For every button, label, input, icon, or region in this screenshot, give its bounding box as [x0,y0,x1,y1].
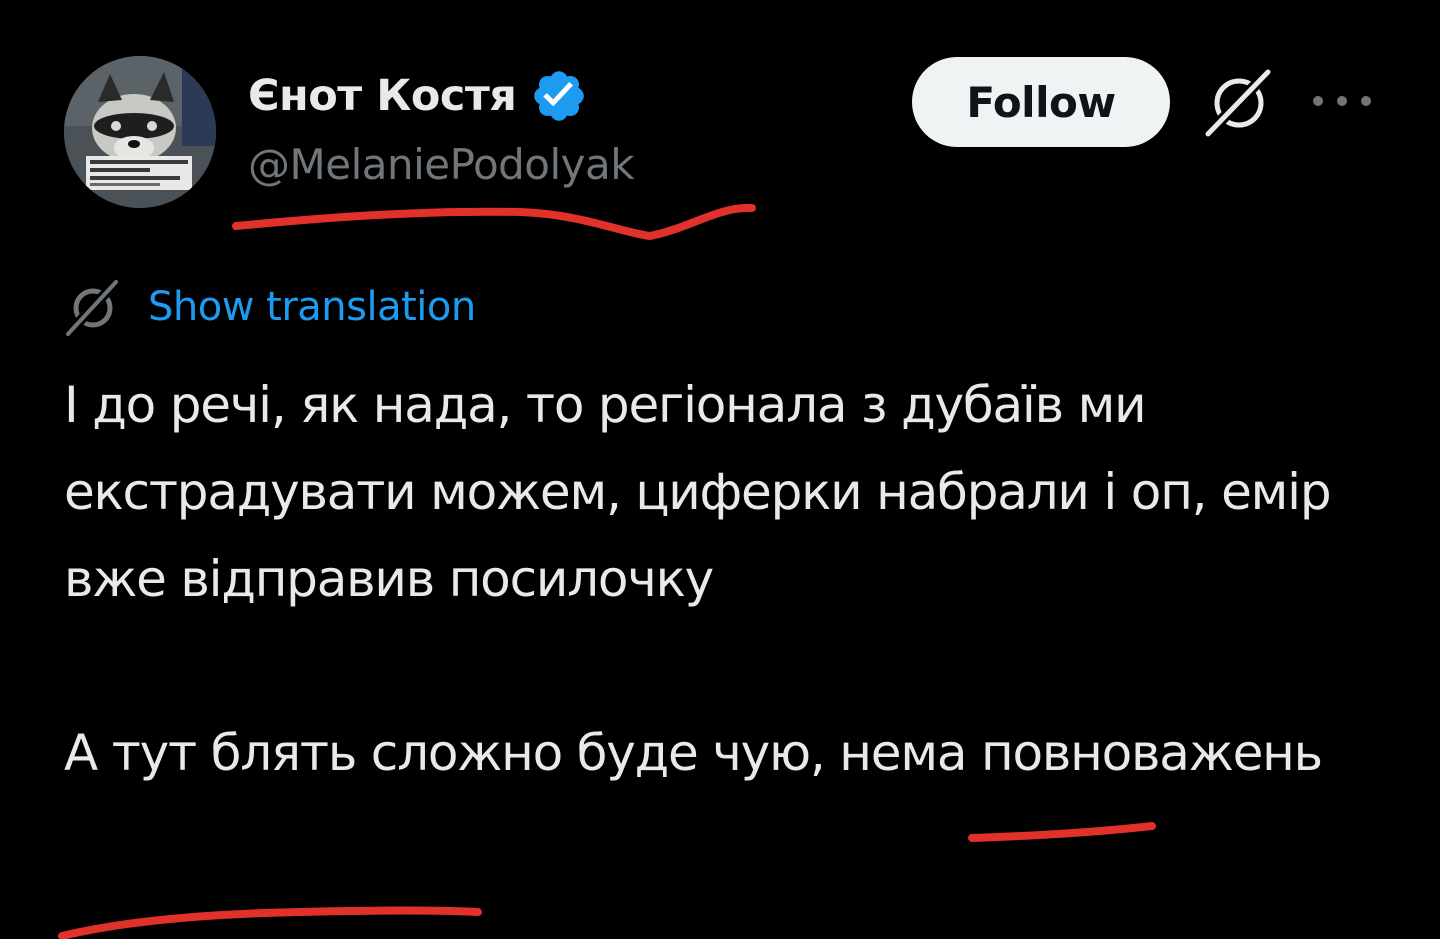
display-name[interactable]: Єнот Костя [248,71,517,121]
tweet-paragraph: А тут блять сложно буде чую, нема повнов… [64,724,1323,782]
translation-row[interactable]: Show translation [64,272,476,342]
tweet-text: І до речі, як нада, то регіонала з дубаї… [64,362,1384,797]
tweet-paragraph: І до речі, як нада, то регіонала з дубаї… [64,376,1332,608]
author-handle[interactable]: @MelaniePodolyak [248,140,635,189]
avatar[interactable] [64,56,216,208]
more-options-icon[interactable] [1306,86,1378,116]
handle-underline [232,203,756,240]
word-underline-nema [968,822,1156,842]
verified-badge-icon[interactable] [530,67,588,125]
author-name-row: Єнот Костя [248,66,588,126]
raccoon-avatar-icon [64,56,216,208]
word-underline-povnovazhen [58,906,482,939]
translate-icon [64,276,122,338]
follow-button[interactable]: Follow [912,57,1170,147]
show-translation-link[interactable]: Show translation [148,284,476,330]
grok-icon[interactable] [1198,62,1280,144]
